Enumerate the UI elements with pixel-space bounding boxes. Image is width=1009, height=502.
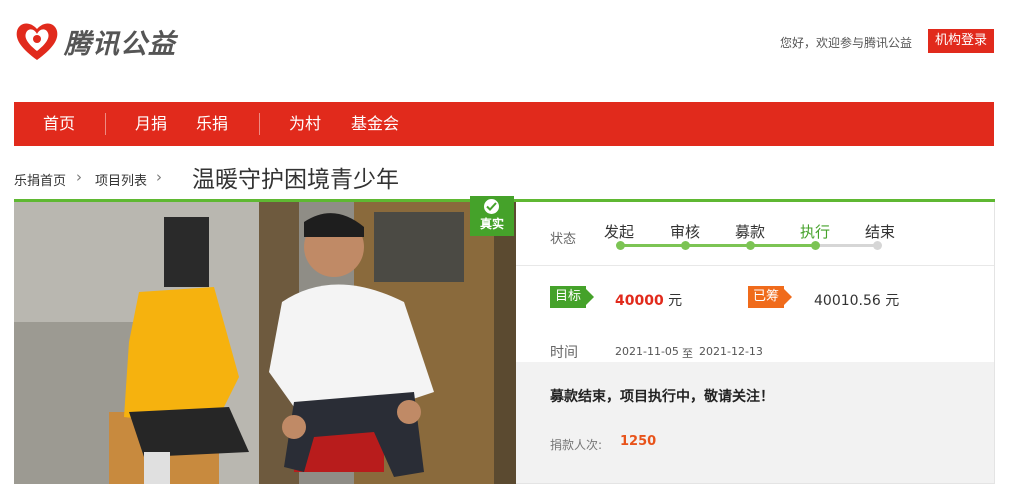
chevron-right-icon: › [76,168,82,186]
step-dot [746,241,755,250]
checkmark-icon [484,199,499,214]
step-execute: 执行 [800,223,831,241]
heart-logo-icon [14,20,60,62]
donors-label: 捐款人次: [550,438,603,452]
logo-text: 腾讯公益 [64,28,176,60]
time-label: 时间 [550,345,578,361]
verified-badge: 真实 [470,196,514,236]
status-notice: 募款结束，项目执行中，敬请关注！ [550,389,774,405]
nav-item-lejuan[interactable]: 乐捐 [196,102,228,146]
step-dot [616,241,625,250]
breadcrumb-home[interactable]: 乐捐首页 [14,170,66,189]
date-separator: 至 [682,347,693,360]
logo[interactable]: 腾讯公益 [14,20,176,62]
org-login-button[interactable]: 机构登录 [928,29,994,53]
notice-box: 募款结束，项目执行中，敬请关注！ 捐款人次: 1250 [516,362,994,483]
step-fundraise: 募款 [735,223,766,241]
goal-tag: 目标 [550,286,595,308]
nav-divider [259,113,260,135]
welcome-text: 您好，欢迎参与腾讯公益 [780,36,913,50]
divider [516,265,994,266]
project-photo [14,202,516,484]
chevron-right-icon: › [156,168,162,186]
step-dot [811,241,820,250]
step-end: 结束 [865,223,896,241]
nav-divider [105,113,106,135]
status-label: 状态 [550,232,577,247]
progress-fill [620,244,816,247]
project-info-panel: 状态 发起 审核 募款 执行 结束 目标 40000 元 已筹 40010.56… [516,202,995,484]
verified-label: 真实 [479,217,504,231]
donors-count: 1250 [620,434,657,449]
main-nav: 首页 月捐 乐捐 为村 基金会 [14,102,994,146]
goal-number: 40000 [615,293,664,309]
nav-item-monthly[interactable]: 月捐 [135,102,167,146]
step-initiate: 发起 [604,223,635,241]
currency-unit: 元 [668,293,683,309]
step-dot [681,241,690,250]
goal-amount: 40000 元 [615,290,682,310]
breadcrumb-project-list[interactable]: 项目列表 [95,170,147,189]
nav-item-village[interactable]: 为村 [289,102,321,146]
end-date: 2021-12-13 [699,345,763,358]
step-review: 审核 [670,223,701,241]
nav-item-foundation[interactable]: 基金会 [351,102,399,146]
step-dot [873,241,882,250]
nav-item-home[interactable]: 首页 [43,102,75,146]
raised-tag: 已筹 [748,286,793,308]
start-date: 2021-11-05 [615,345,679,358]
raised-amount: 40010.56 元 [814,293,900,309]
page-title: 温暖守护困境青少年 [192,167,399,193]
